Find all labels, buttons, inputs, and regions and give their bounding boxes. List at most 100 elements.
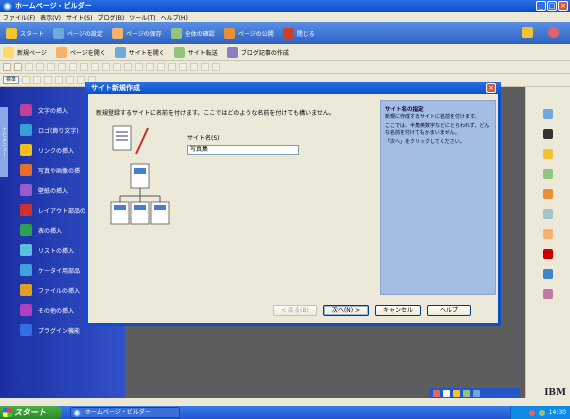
taskbar-app-button[interactable]: ホームページ・ビルダー: [70, 407, 180, 418]
form-icon[interactable]: [157, 63, 165, 71]
help-button[interactable]: ヘルプ: [427, 305, 471, 316]
open-page-button[interactable]: ページを開く: [55, 46, 106, 58]
other-insert-icon: [20, 304, 32, 316]
menu-site[interactable]: サイト(S): [66, 13, 93, 22]
new-file-icon[interactable]: [3, 63, 11, 71]
folder-icon[interactable]: [543, 149, 553, 159]
undo-icon[interactable]: [80, 63, 88, 71]
tag-icon[interactable]: [543, 189, 553, 199]
cancel-button[interactable]: キャンセル: [375, 305, 421, 316]
tray-icon[interactable]: [528, 409, 535, 416]
close-doc-icon: [282, 27, 294, 39]
publish-icon: [223, 27, 235, 39]
layout-icon[interactable]: [146, 63, 154, 71]
main-toolbar: スタート ページの設定 ページの保存 全体の確認 ページの公開 閉じる: [0, 22, 570, 44]
app-titlebar: ホームページ・ビルダー _ □ ×: [0, 0, 570, 12]
mascot-icon[interactable]: [548, 27, 559, 38]
site-transfer-button[interactable]: サイト転送: [173, 46, 218, 58]
image-insert-icon: [20, 164, 32, 176]
cut-icon[interactable]: [47, 63, 55, 71]
clipart-icon[interactable]: [543, 229, 553, 239]
dialog-title: サイト新規作成: [85, 82, 501, 94]
right-sidebar: [525, 87, 570, 398]
task-pane-tab[interactable]: ナビメニュー: [0, 107, 8, 177]
close-window-button[interactable]: ×: [558, 1, 568, 11]
new-page-button[interactable]: 新規ページ: [3, 46, 47, 58]
next-button[interactable]: 次へ(N) >: [323, 305, 369, 316]
open-site-icon: [114, 46, 126, 58]
align-center-icon[interactable]: [77, 76, 86, 84]
link-insert-icon: [20, 144, 32, 156]
table-icon[interactable]: [113, 63, 121, 71]
open-page-icon: [55, 46, 67, 58]
anchor-icon[interactable]: [135, 63, 143, 71]
menu-bar: ファイル(F) 表示(V) サイト(S) ブログ(B) ツール(T) ヘルプ(H…: [0, 12, 570, 22]
redo-icon[interactable]: [91, 63, 99, 71]
help-panel: サイト名の指定 新規に作成するサイトに名前を付けます。 ここでは、半角英数字など…: [380, 100, 496, 295]
open-site-button[interactable]: サイトを開く: [114, 46, 165, 58]
properties-icon[interactable]: [543, 109, 553, 119]
tray-icon[interactable]: [538, 409, 545, 416]
open-file-icon[interactable]: [14, 63, 22, 71]
preview-button[interactable]: 全体の確認: [170, 27, 215, 39]
align-left-icon[interactable]: [66, 76, 75, 84]
tree-icon[interactable]: [543, 169, 553, 179]
font-size-icon[interactable]: [22, 76, 31, 84]
image-list-icon[interactable]: [543, 269, 553, 279]
preview-small-icon[interactable]: [168, 63, 176, 71]
site-transfer-icon: [173, 46, 185, 58]
save-file-icon[interactable]: [25, 63, 33, 71]
help-text-1: 新規に作成するサイトに名前を付けます。: [385, 114, 480, 120]
color-icon[interactable]: [212, 63, 220, 71]
bold-icon[interactable]: [33, 76, 42, 84]
style-icon[interactable]: [543, 289, 553, 299]
underline-icon[interactable]: [55, 76, 64, 84]
paste-icon[interactable]: [69, 63, 77, 71]
ibm-logo: IBM: [544, 388, 566, 398]
app-icon: [73, 409, 81, 417]
style-select[interactable]: 標準: [3, 76, 20, 84]
alert-icon[interactable]: [543, 249, 553, 259]
image-icon[interactable]: [102, 63, 110, 71]
new-page-icon: [3, 46, 14, 58]
print-icon[interactable]: [36, 63, 44, 71]
site-structure-illustration: [110, 125, 170, 225]
grid-icon[interactable]: [201, 63, 209, 71]
menu-tools[interactable]: ツール(T): [129, 13, 155, 22]
start-button[interactable]: スタート: [6, 27, 44, 39]
help-heading: サイト名の指定: [385, 107, 424, 113]
menu-blog[interactable]: ブログ(B): [97, 13, 124, 22]
blog-post-button[interactable]: ブログ記事の作成: [226, 46, 289, 58]
table-insert-icon: [20, 224, 32, 236]
globe-icon[interactable]: [543, 129, 553, 139]
wizard-icon[interactable]: [522, 27, 533, 38]
close-doc-button[interactable]: 閉じる: [282, 27, 315, 39]
minimize-button[interactable]: _: [536, 1, 546, 11]
menu-help[interactable]: ヘルプ(H): [161, 13, 188, 22]
copy-icon[interactable]: [58, 63, 66, 71]
maximize-button[interactable]: □: [547, 1, 557, 11]
file-insert-icon: [20, 284, 32, 296]
italic-icon[interactable]: [44, 76, 53, 84]
parts-icon[interactable]: [543, 209, 553, 219]
status-bar: [0, 398, 570, 406]
site-name-input[interactable]: 写真集: [187, 145, 299, 155]
link-icon[interactable]: [124, 63, 132, 71]
save-page-button[interactable]: ページの保存: [111, 27, 162, 39]
dialog-close-button[interactable]: ×: [486, 83, 496, 93]
logo-text-icon: [20, 124, 32, 136]
language-bar[interactable]: [430, 388, 520, 398]
menu-file[interactable]: ファイル(F): [3, 13, 35, 22]
zoom-in-icon[interactable]: [179, 63, 187, 71]
app-icon: [3, 1, 12, 11]
zoom-out-icon[interactable]: [190, 63, 198, 71]
start-menu-button[interactable]: スタート: [0, 406, 62, 419]
dialog-instruction: 新規登録するサイトに名前を付けます。ここではどのような名前を付けても構いません。: [96, 110, 335, 117]
new-site-dialog: サイト新規作成 × 新規登録するサイトに名前を付けます。ここではどのような名前を…: [85, 82, 501, 326]
page-settings-button[interactable]: ページの設定: [53, 27, 103, 39]
publish-button[interactable]: ページの公開: [223, 27, 274, 39]
text-insert-icon: [20, 104, 32, 116]
back-button[interactable]: < 戻る(B): [273, 305, 317, 316]
page-settings-icon: [53, 27, 65, 39]
menu-view[interactable]: 表示(V): [40, 13, 61, 22]
